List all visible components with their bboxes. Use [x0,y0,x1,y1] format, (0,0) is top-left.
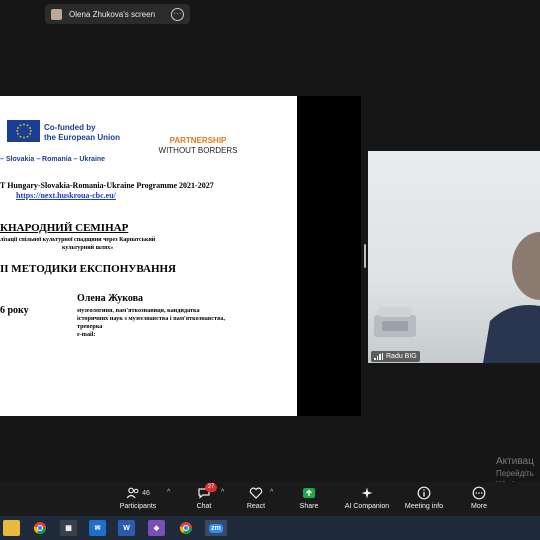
seminar-heading: КНАРОДНИЙ СЕМІНАР [0,222,129,234]
visual-studio-icon[interactable]: ◆ [148,520,165,536]
signal-icon [374,353,383,360]
seminar-date: 6 року [0,305,29,316]
outlook-icon[interactable]: ✉ [89,520,106,536]
share-label: Share [299,503,319,510]
speaker-info-line: історичних наук з музеєзнавства і пам'ят… [77,315,226,322]
participants-icon: 46 [126,486,150,500]
speaker-info-line: e-mail: [77,331,96,338]
share-button[interactable]: Share [292,482,326,516]
ai-companion-label: AI Companion [344,503,390,510]
chrome-icon[interactable] [31,520,48,536]
meeting-info-button[interactable]: Meeting info [400,482,448,516]
more-button[interactable]: More [462,482,496,516]
participant-name-tag: Radu BIG [371,351,420,362]
windows-taskbar: ▦ ✉ W ◆ zm [0,516,540,540]
more-label: More [471,503,487,510]
programme-url: https://next.huskroua-cbc.eu/ [16,191,116,200]
speaker-info-line: треверка [77,323,103,330]
subtitle-line2: культурний шлях» [62,245,114,251]
share-screen-icon [302,486,316,500]
chat-button[interactable]: 27 Chat [186,482,222,516]
participants-label: Participants [119,503,157,510]
presentation-slide: Co-funded by the European Union – Slovak… [0,96,297,416]
participants-count: 46 [142,489,150,497]
eu-text-line2: the European Union [44,133,120,142]
presenter-avatar-icon [51,8,62,20]
eu-text-line1: Co-funded by [44,123,96,132]
participant-name: Radu BIG [386,353,417,360]
file-explorer-icon[interactable] [3,520,20,536]
methods-heading: ІІ МЕТОДИКИ ЕКСПОНУВАННЯ [0,263,177,275]
info-icon [417,486,431,500]
eu-flag-icon [7,120,40,142]
participant-person-image [483,232,540,363]
programme-title: T Hungary-Slovakia-Romania-Ukraine Progr… [0,181,214,190]
speaker-info-line: музеологиня, пам'яткознавиця, кандидатка [77,307,200,314]
speaker-name: Олена Жукова [77,293,143,304]
subtitle-line1: лізації спільної культурної спадщини чер… [0,237,156,243]
split-resize-handle[interactable] [364,244,366,268]
sparkle-icon [360,486,374,500]
participant-video-tile[interactable] [368,151,540,363]
chat-icon: 27 [197,483,217,500]
participants-caret-icon[interactable]: ^ [167,489,170,496]
partnership-logo: PARTNERSHIP WITHOUT BORDERS [153,136,243,156]
zoom-app-label: zm [209,523,223,533]
chat-label: Chat [196,503,212,510]
meeting-info-label: Meeting info [404,503,444,510]
react-button[interactable]: React [238,482,274,516]
screen-share-title-bar[interactable]: Olena Zhukova's screen ··· [45,4,190,24]
react-label: React [246,503,266,510]
watermark-line1: Активац [496,456,534,467]
zoom-app-icon[interactable]: zm [205,520,227,536]
chat-caret-icon[interactable]: ^ [221,489,224,496]
more-options-icon[interactable]: ··· [171,7,184,21]
calculator-icon[interactable]: ▦ [60,520,77,536]
chat-unread-badge: 27 [205,483,217,492]
partnership-line1: PARTNERSHIP [169,136,227,145]
react-caret-icon[interactable]: ^ [270,489,273,496]
heart-icon [249,486,263,500]
ai-companion-button[interactable]: AI Companion [338,482,396,516]
chrome-icon[interactable] [177,520,194,536]
participants-button[interactable]: 46 Participants [112,482,164,516]
watermark-line2: Перейдіть [496,469,534,478]
meeting-toolbar: 46 Participants ^ 27 Chat ^ React ^ Shar… [0,482,540,516]
word-icon[interactable]: W [118,520,135,536]
eu-cofunded-text: Co-funded by the European Union [44,123,134,143]
partnership-line2: WITHOUT BORDERS [158,146,238,155]
seminar-subtitle: лізації спільної культурної спадщини чер… [0,236,240,252]
speaker-info: музеологиня, пам'яткознавиця, кандидатка… [77,307,292,339]
screen-share-title: Olena Zhukova's screen [69,9,156,19]
desk-phone-image [374,307,416,337]
countries-line: – Slovakia – Romania – Ukraine [0,156,106,163]
more-icon [472,486,486,500]
